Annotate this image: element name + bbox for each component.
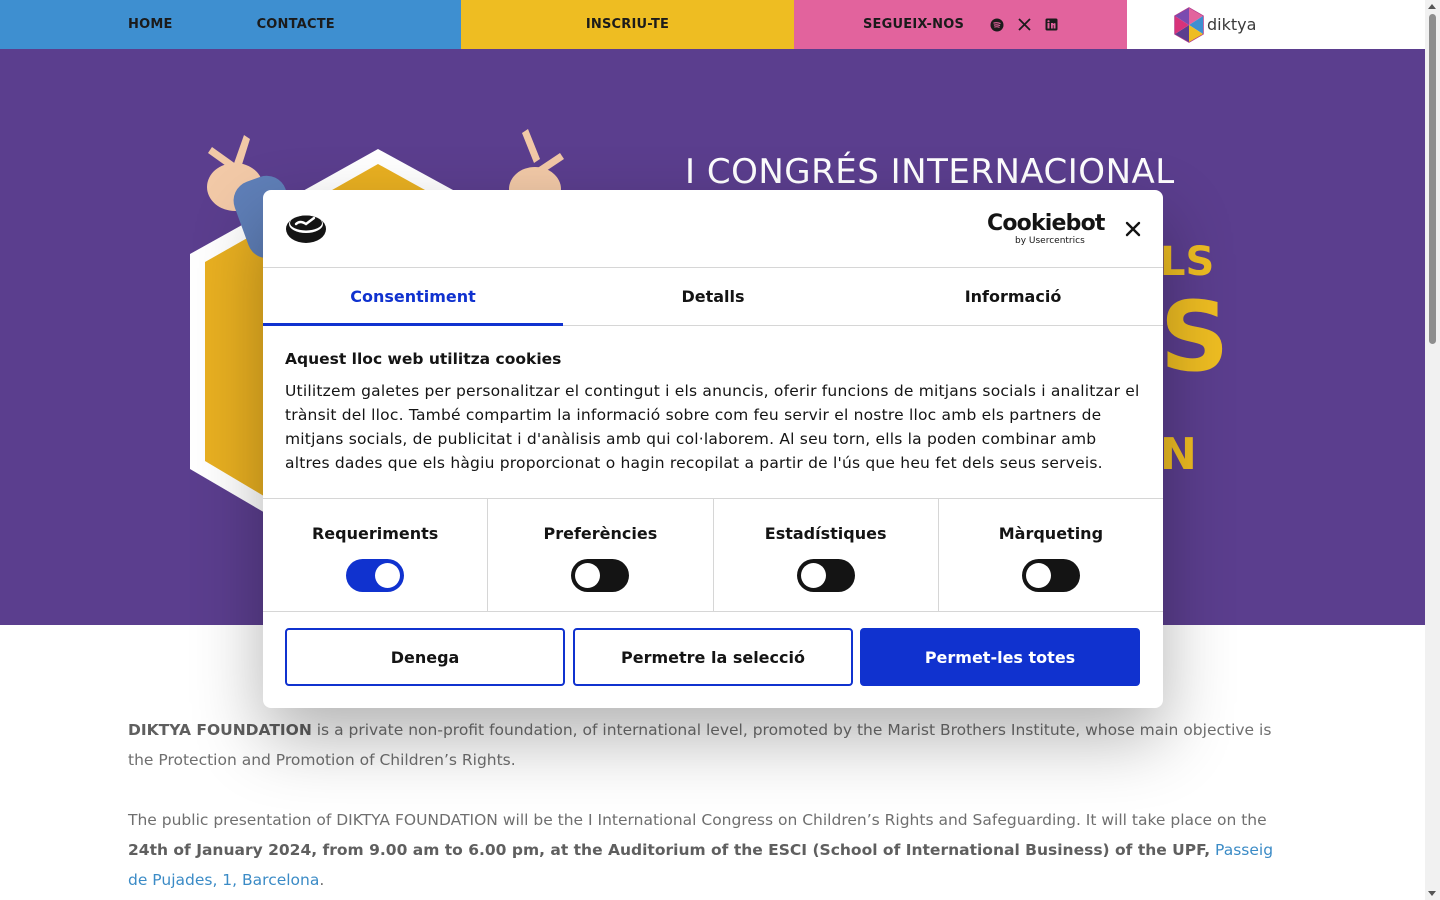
dialog-body: Aquest lloc web utilitza cookies Utilitz…: [285, 348, 1141, 475]
scrollbar-thumb[interactable]: [1429, 14, 1436, 344]
dialog-heading: Aquest lloc web utilitza cookies: [285, 350, 562, 368]
nav-signup-link[interactable]: INSCRIU-TE: [586, 17, 669, 32]
nav-home-link[interactable]: HOME: [128, 17, 173, 32]
hero-partial-text-2: S: [1160, 281, 1230, 393]
top-navigation: HOME CONTACTE INSCRIU-TE SEGUEIX-NOS dik…: [0, 0, 1425, 49]
logo-text: diktya: [1207, 15, 1257, 34]
spotify-icon[interactable]: [990, 18, 1004, 32]
toggle-label-marketing: Màrqueting: [998, 524, 1104, 543]
allow-selection-button[interactable]: Permetre la selecció: [573, 628, 853, 686]
cookie-consent-dialog: Cookiebot by Usercentrics Consentiment D…: [263, 190, 1163, 708]
nav-follow-link[interactable]: SEGUEIX-NOS: [863, 17, 964, 32]
scroll-up-arrow-icon[interactable]: [1428, 4, 1436, 9]
toggle-knob: [375, 563, 401, 588]
toggle-cell-preferences: Preferències: [488, 499, 714, 611]
toggle-cell-necessary: Requeriments: [263, 499, 489, 611]
page-scrollbar[interactable]: [1425, 0, 1440, 900]
cookiebot-brand-sub: by Usercentrics: [1015, 236, 1085, 246]
event-details: 24th of January 2024, from 9.00 am to 6.…: [128, 841, 1211, 859]
deny-button[interactable]: Denega: [285, 628, 565, 686]
toggle-knob: [575, 563, 601, 588]
toggle-knob: [800, 563, 826, 588]
tab-information[interactable]: Informació: [863, 268, 1163, 325]
tab-details[interactable]: Detalls: [563, 268, 863, 325]
social-links: [977, 18, 1058, 32]
close-icon[interactable]: [1124, 220, 1142, 238]
nav-segment-logo: diktya: [1127, 0, 1425, 49]
dialog-description: Utilitzem galetes per personalitzar el c…: [285, 382, 1140, 472]
toggle-label-preferences: Preferències: [543, 524, 658, 543]
dialog-tabs: Consentiment Detalls Informació: [263, 268, 1163, 326]
toggle-label-necessary: Requeriments: [311, 524, 439, 543]
preferences-toggle[interactable]: [571, 559, 630, 592]
tab-consent[interactable]: Consentiment: [263, 268, 563, 326]
scroll-down-arrow-icon[interactable]: [1428, 891, 1436, 896]
toggle-label-statistics: Estadístiques: [764, 524, 887, 543]
hero-title: I CONGRÉS INTERNACIONAL: [685, 152, 1175, 192]
foundation-name: DIKTYA FOUNDATION: [128, 721, 312, 739]
marketing-toggle[interactable]: [1021, 559, 1080, 592]
cookiebot-brand-name: Cookiebot: [987, 211, 1105, 236]
diktya-logo-icon: [1174, 6, 1204, 43]
dialog-header: Cookiebot by Usercentrics: [263, 190, 1163, 268]
allow-all-button[interactable]: Permet-les totes: [860, 628, 1140, 686]
statistics-toggle[interactable]: [796, 559, 855, 592]
cookie-logo-icon: [286, 215, 326, 243]
nav-segment-pink: SEGUEIX-NOS: [794, 0, 1127, 49]
toggle-cell-statistics: Estadístiques: [714, 499, 939, 611]
toggle-cell-marketing: Màrqueting: [939, 499, 1163, 611]
article-paragraph-2: The public presentation of DIKTYA FOUNDA…: [128, 805, 1288, 895]
nav-segment-blue: HOME CONTACTE: [0, 0, 461, 49]
hero-partial-text-3: N: [1160, 429, 1197, 480]
nav-contact-link[interactable]: CONTACTE: [257, 17, 335, 32]
article-content: DIKTYA FOUNDATION is a private non-profi…: [128, 715, 1288, 895]
diktya-logo[interactable]: diktya: [1173, 6, 1257, 43]
cookiebot-brand[interactable]: Cookiebot by Usercentrics: [987, 211, 1105, 247]
paragraph-2-end: .: [319, 871, 325, 889]
nav-segment-yellow: INSCRIU-TE: [461, 0, 794, 49]
toggle-knob: [1025, 563, 1051, 588]
necessary-toggle[interactable]: [346, 559, 405, 592]
x-icon[interactable]: [1017, 18, 1031, 32]
paragraph-2-text: The public presentation of DIKTYA FOUNDA…: [128, 811, 1267, 829]
linkedin-icon[interactable]: [1044, 18, 1058, 32]
consent-toggles: Requeriments Preferències Estadístiques …: [263, 498, 1163, 612]
article-paragraph-1: DIKTYA FOUNDATION is a private non-profi…: [128, 715, 1288, 775]
hero-partial-text-1: LS: [1160, 239, 1215, 285]
